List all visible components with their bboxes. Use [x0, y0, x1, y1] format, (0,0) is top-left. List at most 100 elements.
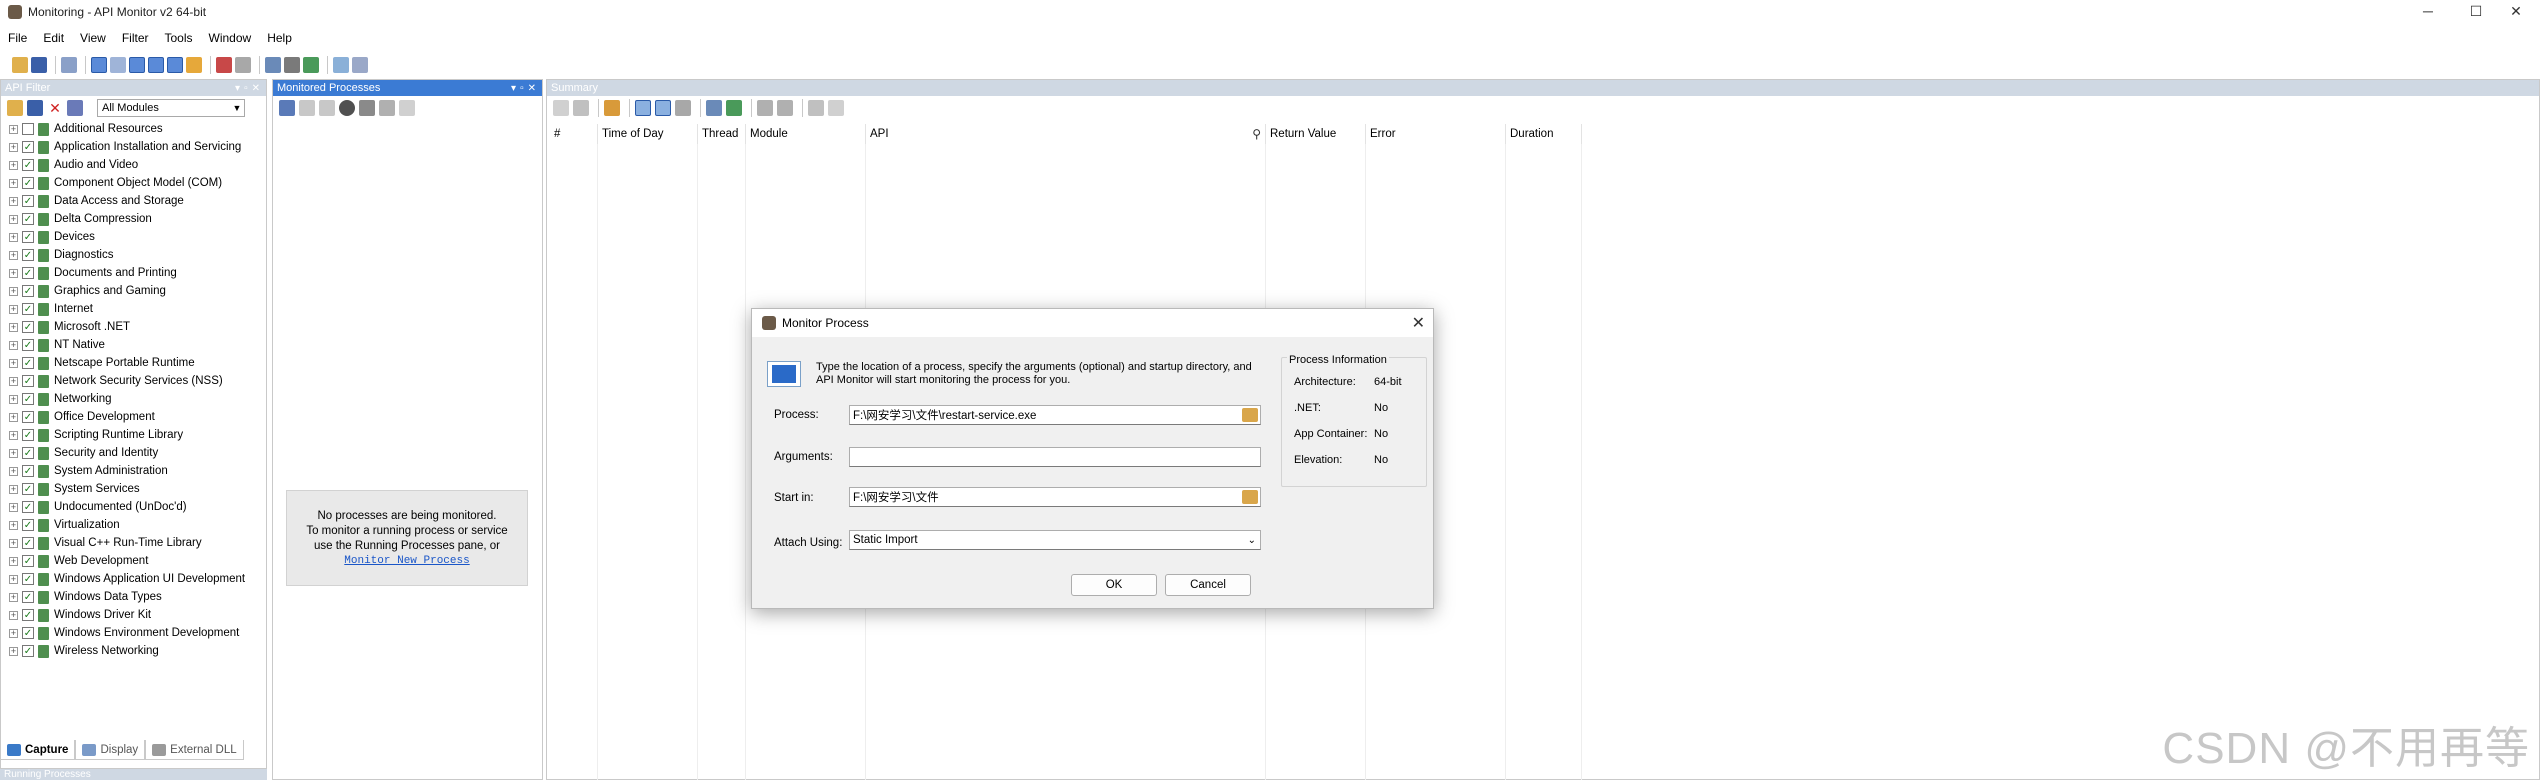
hooks-icon[interactable] [359, 100, 375, 116]
tree-item[interactable]: + Additional Resources [1, 120, 266, 138]
tree-item-checkbox[interactable]: ✓ [22, 159, 34, 171]
view-toggle-icon[interactable] [129, 57, 145, 73]
expand-icon[interactable]: + [9, 160, 18, 170]
tree-item-checkbox[interactable]: ✓ [22, 483, 34, 495]
tree-item-checkbox[interactable]: ✓ [22, 411, 34, 423]
tree-item-checkbox[interactable]: ✓ [22, 321, 34, 333]
tree-item[interactable]: + ✓ Wireless Networking [1, 642, 266, 660]
tree-item-checkbox[interactable]: ✓ [22, 465, 34, 477]
tree-item[interactable]: + ✓ Internet [1, 300, 266, 318]
monitor-new-process-link[interactable]: Monitor New Process [287, 554, 527, 569]
tree-item[interactable]: + ✓ Netscape Portable Runtime [1, 354, 266, 372]
process-input[interactable]: F:\网安学习\文件\restart-service.exe [849, 405, 1261, 425]
open-filter-icon[interactable] [7, 100, 23, 116]
close-window-button[interactable]: ✕ [2492, 0, 2540, 22]
tree-item-checkbox[interactable] [22, 123, 34, 135]
open-icon[interactable] [12, 57, 28, 73]
tree-item-checkbox[interactable]: ✓ [22, 645, 34, 657]
go-to-end-icon[interactable] [777, 100, 793, 116]
tree-item[interactable]: + ✓ NT Native [1, 336, 266, 354]
tree-item[interactable]: + ✓ Windows Driver Kit [1, 606, 266, 624]
tree-item[interactable]: + ✓ System Services [1, 480, 266, 498]
column-duration[interactable]: Duration [1506, 124, 1582, 144]
tree-item-checkbox[interactable]: ✓ [22, 303, 34, 315]
pane-layout-icon[interactable] [167, 57, 183, 73]
dropdown-icon[interactable]: ▾ [235, 83, 240, 94]
monitor-icon[interactable] [110, 57, 126, 73]
attach-icon[interactable] [299, 100, 315, 116]
tree-item[interactable]: + ✓ System Administration [1, 462, 266, 480]
tree-item[interactable]: + ✓ Office Development [1, 408, 266, 426]
tree-item[interactable]: + ✓ Windows Data Types [1, 588, 266, 606]
expand-icon[interactable]: + [9, 304, 18, 314]
ok-button[interactable]: OK [1071, 574, 1157, 596]
tree-item[interactable]: + ✓ Web Development [1, 552, 266, 570]
pin-icon[interactable]: ▫ [520, 83, 524, 94]
expand-icon[interactable]: + [9, 214, 18, 224]
window-layout-icon[interactable] [148, 57, 164, 73]
highlight-icon[interactable] [604, 100, 620, 116]
tree-item-checkbox[interactable]: ✓ [22, 591, 34, 603]
expand-icon[interactable]: + [9, 520, 18, 530]
filter-icon[interactable] [808, 100, 824, 116]
pin-icon[interactable]: ▫ [244, 83, 248, 94]
column-api[interactable]: API ⚲ [866, 124, 1266, 144]
expand-icon[interactable]: + [9, 538, 18, 548]
expand-icon[interactable]: + [9, 358, 18, 368]
tree-item-checkbox[interactable]: ✓ [22, 231, 34, 243]
tree-item-checkbox[interactable]: ✓ [22, 609, 34, 621]
menu-view[interactable]: View [72, 31, 114, 45]
column-thread[interactable]: Thread [698, 124, 746, 144]
expand-icon[interactable]: + [9, 250, 18, 260]
tree-item-checkbox[interactable]: ✓ [22, 555, 34, 567]
tree-item[interactable]: + ✓ Visual C++ Run-Time Library [1, 534, 266, 552]
tree-item-checkbox[interactable]: ✓ [22, 429, 34, 441]
tree-item[interactable]: + ✓ Devices [1, 228, 266, 246]
pane-controls[interactable]: ▾ ▫ ✕ [235, 83, 266, 94]
windows-icon[interactable] [333, 57, 349, 73]
expand-icon[interactable]: + [9, 340, 18, 350]
menu-edit[interactable]: Edit [35, 31, 72, 45]
window-icon[interactable] [675, 100, 691, 116]
dialog-close-button[interactable]: ✕ [1412, 313, 1425, 333]
expand-icon[interactable]: + [9, 466, 18, 476]
tree-item-checkbox[interactable]: ✓ [22, 447, 34, 459]
menu-help[interactable]: Help [259, 31, 300, 45]
start-in-input[interactable]: F:\网安学习\文件 [849, 487, 1261, 507]
tree-item-checkbox[interactable]: ✓ [22, 249, 34, 261]
clear-summary-icon[interactable] [828, 100, 844, 116]
tools-icon[interactable] [284, 57, 300, 73]
tree-item[interactable]: + ✓ Application Installation and Servicing [1, 138, 266, 156]
new-process-icon[interactable] [279, 100, 295, 116]
save-filter-icon[interactable] [27, 100, 43, 116]
module-select[interactable]: All Modules ▼ [97, 99, 245, 117]
find-icon[interactable] [573, 100, 589, 116]
tree-item[interactable]: + ✓ Virtualization [1, 516, 266, 534]
tree-item[interactable]: + ✓ Documents and Printing [1, 264, 266, 282]
tree-item-checkbox[interactable]: ✓ [22, 393, 34, 405]
expand-icon[interactable]: + [9, 196, 18, 206]
tree-item[interactable]: + ✓ Diagnostics [1, 246, 266, 264]
expand-icon[interactable]: + [9, 502, 18, 512]
expand-icon[interactable]: + [9, 556, 18, 566]
pane-controls[interactable]: ▾ ▫ ✕ [511, 83, 542, 94]
tree-item-checkbox[interactable]: ✓ [22, 285, 34, 297]
tree-item-checkbox[interactable]: ✓ [22, 195, 34, 207]
tree-item-checkbox[interactable]: ✓ [22, 267, 34, 279]
expand-icon[interactable]: + [9, 592, 18, 602]
expand-icon[interactable]: + [9, 412, 18, 422]
expand-icon[interactable]: + [9, 646, 18, 656]
close-icon[interactable]: ✕ [252, 83, 260, 94]
expand-icon[interactable]: + [9, 124, 18, 134]
attach-using-select[interactable]: Static Import ⌄ [849, 530, 1261, 550]
tree-item[interactable]: + ✓ Delta Compression [1, 210, 266, 228]
tree-item-checkbox[interactable]: ✓ [22, 573, 34, 585]
stop-icon[interactable] [216, 57, 232, 73]
menu-tools[interactable]: Tools [157, 31, 201, 45]
expand-icon[interactable]: + [9, 268, 18, 278]
expand-icon[interactable]: + [9, 430, 18, 440]
tree-item-checkbox[interactable]: ✓ [22, 339, 34, 351]
tree-item-checkbox[interactable]: ✓ [22, 213, 34, 225]
tree-item[interactable]: + ✓ Windows Environment Development [1, 624, 266, 642]
network-icon[interactable] [265, 57, 281, 73]
